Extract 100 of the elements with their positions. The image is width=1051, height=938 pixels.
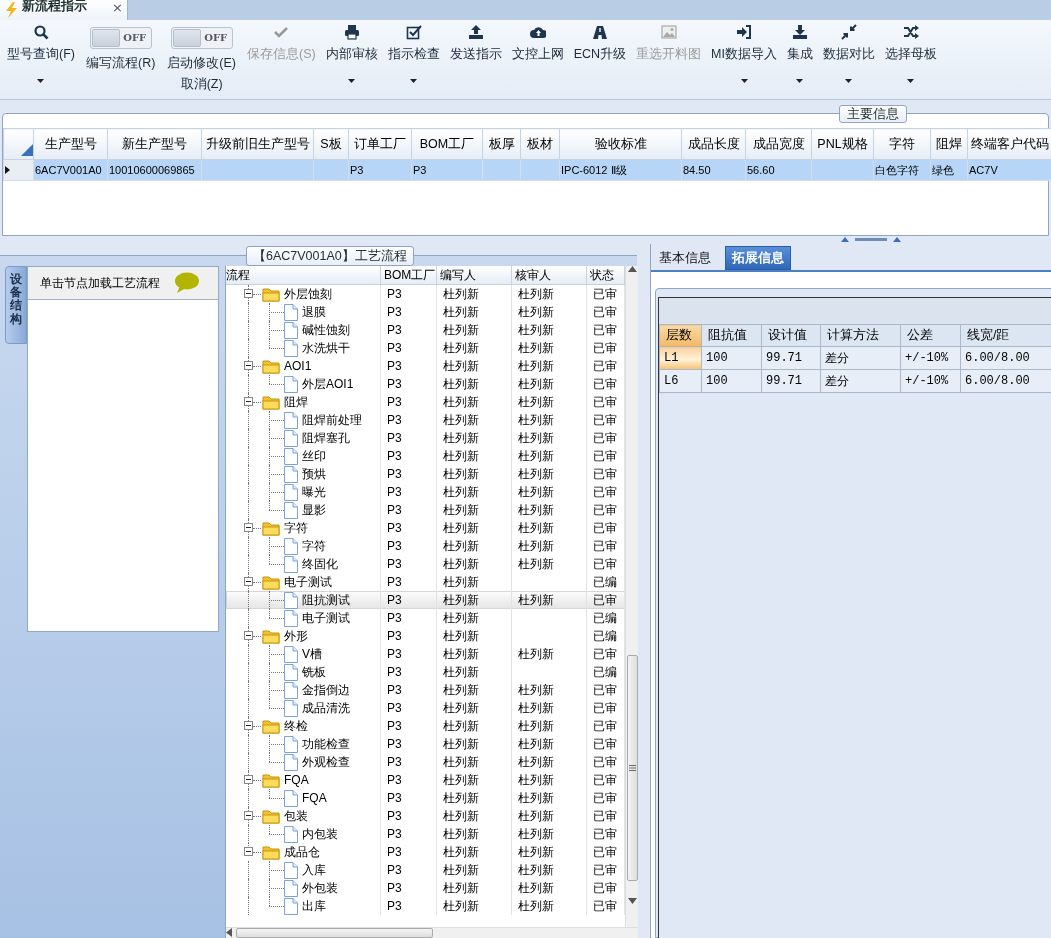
toolbar-button[interactable]: 内部审核 xyxy=(320,20,383,83)
column-header[interactable]: 编写人 xyxy=(437,266,512,284)
toolbar-button[interactable]: MI数据导入 xyxy=(706,20,782,83)
toolbar-button[interactable]: 选择母板 xyxy=(879,20,942,83)
group-title: 主要信息 xyxy=(839,105,907,123)
table-row[interactable]: 6AC7V001A0 10010600069865 P3 P3 IPC-6012 Ⅱ级 84.50 56.60 白色字符 绿色 AC7V xyxy=(3,159,1051,181)
folder-icon xyxy=(262,520,280,536)
tree-row[interactable]: 阻抗测试 P3 杜列新 杜列新 已审 xyxy=(226,591,625,609)
tree-node-label: 碱性蚀刻 xyxy=(302,322,350,339)
column-header[interactable]: 阻抗值 xyxy=(701,324,762,347)
column-header[interactable]: 计算方法 xyxy=(820,324,901,347)
toolbar-button[interactable]: 指示检查 xyxy=(382,20,445,83)
row-header[interactable] xyxy=(3,159,34,181)
checkbox-icon xyxy=(405,24,422,40)
toolbar-button[interactable]: 取消(Z) xyxy=(175,76,228,93)
tree-node-label: FQA xyxy=(302,790,327,807)
column-header[interactable]: 终端客户代码 xyxy=(967,128,1051,160)
toolbar-button[interactable]: 文控上网 xyxy=(506,20,569,63)
column-header[interactable]: 字符 xyxy=(873,128,931,160)
close-button[interactable]: × xyxy=(112,0,123,15)
row-header[interactable]: L6 xyxy=(659,369,702,393)
horizontal-scrollbar[interactable] xyxy=(226,927,638,938)
tree-node-label: 成品仓 xyxy=(284,844,320,861)
column-header[interactable]: 阻焊 xyxy=(930,128,968,160)
vertical-scrollbar[interactable] xyxy=(625,266,638,927)
speech-bubble-icon xyxy=(174,272,200,294)
tab[interactable]: 拓展信息 xyxy=(725,246,791,270)
tree-node-label: 曝光 xyxy=(302,484,326,501)
toggle-switch[interactable]: OFF xyxy=(89,27,152,49)
tree-node-label: FQA xyxy=(284,772,309,789)
toolbar-button[interactable]: 启动修改(E) xyxy=(167,55,236,72)
toolbar-button[interactable]: 数据对比 xyxy=(817,20,880,83)
toggle-switch[interactable]: OFF xyxy=(170,27,233,49)
folder-icon xyxy=(262,718,280,734)
group-title: 【6AC7V001A0】工艺流程 xyxy=(246,246,414,266)
expander-icon[interactable] xyxy=(244,577,253,586)
tree-node-label: 终检 xyxy=(284,718,308,735)
tree-node-label: 外层蚀刻 xyxy=(284,286,332,303)
column-header[interactable]: 流程 xyxy=(226,266,381,284)
column-header[interactable]: 板厚 xyxy=(482,128,521,160)
document-icon xyxy=(284,555,298,573)
tree-node-label: 退膜 xyxy=(302,304,326,321)
tree-node-label: 预烘 xyxy=(302,466,326,483)
toolbar-button[interactable]: 编写流程(R) xyxy=(85,55,156,72)
column-header[interactable]: 层数 xyxy=(659,324,702,347)
column-header[interactable]: 新生产型号 xyxy=(107,128,202,160)
column-header[interactable]: 板材 xyxy=(520,128,560,160)
expander-icon[interactable] xyxy=(244,523,253,532)
column-header[interactable]: BOM工厂 xyxy=(411,128,483,160)
folder-icon xyxy=(262,844,280,860)
toolbar-button[interactable]: ECN升级 xyxy=(568,20,632,63)
expander-icon[interactable] xyxy=(244,397,253,406)
toolbar-button[interactable]: 型号查询(F) xyxy=(2,20,80,83)
tree-node-label: 电子测试 xyxy=(284,574,332,591)
tree-node-label: 阻抗测试 xyxy=(302,592,350,609)
printer-icon xyxy=(343,24,360,40)
expander-icon[interactable] xyxy=(244,289,253,298)
toolbar-button[interactable]: 集成 xyxy=(781,20,818,83)
document-icon xyxy=(284,303,298,321)
expander-icon[interactable] xyxy=(244,775,253,784)
column-header[interactable]: S板 xyxy=(313,128,349,160)
expander-icon[interactable] xyxy=(244,721,253,730)
document-icon xyxy=(284,375,298,393)
tree-node-label: 外形 xyxy=(284,628,308,645)
expander-icon[interactable] xyxy=(244,811,253,820)
tree-node-label: 包装 xyxy=(284,808,308,825)
document-icon xyxy=(284,735,298,753)
tree-node-label: V槽 xyxy=(302,646,322,663)
column-header[interactable]: PNL规格 xyxy=(811,128,874,160)
row-header[interactable]: L1 xyxy=(659,346,702,370)
tree-node-label: 功能检查 xyxy=(302,736,350,753)
folder-icon xyxy=(262,286,280,302)
expander-icon[interactable] xyxy=(244,847,253,856)
document-icon xyxy=(284,483,298,501)
column-header[interactable]: 线宽/距 xyxy=(960,324,1051,347)
tree-node-label: 成品清洗 xyxy=(302,700,350,717)
column-header[interactable]: 升级前旧生产型号 xyxy=(201,128,314,160)
tab[interactable]: 基本信息 xyxy=(653,246,717,270)
expander-icon[interactable] xyxy=(244,361,253,370)
document-icon xyxy=(284,339,298,357)
scroll-down-icon xyxy=(627,898,637,904)
folder-icon xyxy=(262,358,280,374)
tree-node-label: 外包装 xyxy=(302,880,338,897)
column-header[interactable]: 公差 xyxy=(900,324,961,347)
column-header[interactable]: BOM工厂 xyxy=(381,266,437,284)
column-header[interactable]: 生产型号 xyxy=(33,128,108,160)
tree-node-label: 外观检查 xyxy=(302,754,350,771)
toolbar-button[interactable]: 发送指示 xyxy=(444,20,507,63)
expander-icon[interactable] xyxy=(244,631,253,640)
side-tab[interactable]: 设备结构 xyxy=(5,266,27,344)
column-header[interactable]: 成品宽度 xyxy=(745,128,812,160)
column-header[interactable]: 设计值 xyxy=(761,324,821,347)
table-cell: 10010600069865 xyxy=(107,159,202,181)
column-header[interactable]: 核审人 xyxy=(512,266,587,284)
document-icon xyxy=(284,465,298,483)
column-header[interactable]: 成品长度 xyxy=(681,128,746,160)
column-header[interactable]: 验收标准 xyxy=(559,128,682,160)
tree-node-label: 显影 xyxy=(302,502,326,519)
download-icon xyxy=(791,24,808,40)
column-header[interactable]: 订单工厂 xyxy=(348,128,412,160)
